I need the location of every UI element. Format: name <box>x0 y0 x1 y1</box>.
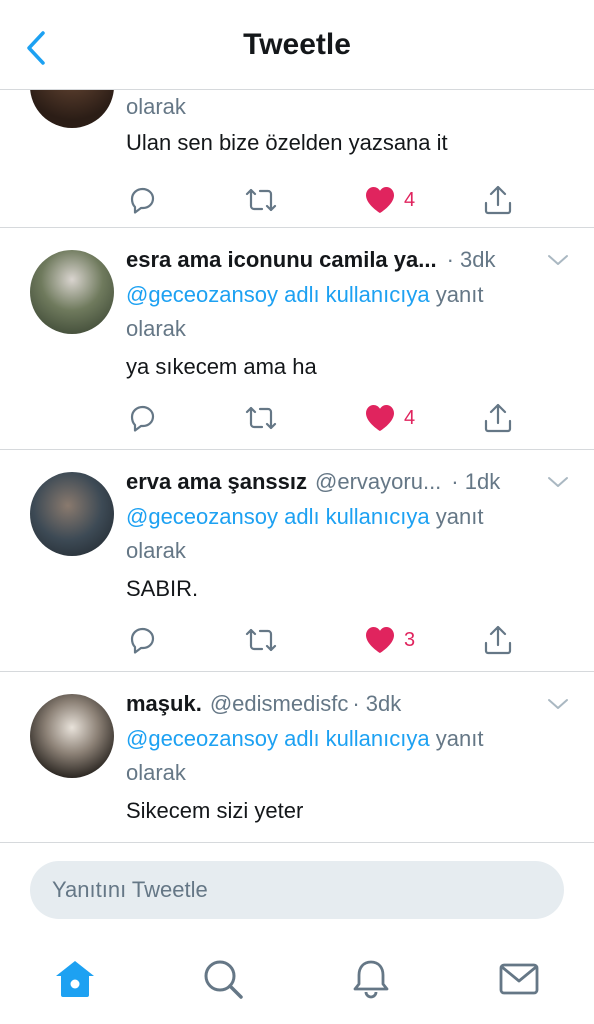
author-handle[interactable]: @edismedisfc <box>210 691 349 717</box>
tweet-text: ya sıkecem ama ha <box>126 354 317 379</box>
mention-link[interactable]: @geceozansoy adlı kullanıcıya <box>126 726 430 751</box>
reply-context-tail: olarak <box>126 94 186 119</box>
tweet-text: SABIR. <box>126 576 199 601</box>
author-name[interactable]: erva ama şanssız <box>126 469 307 495</box>
retweet-icon <box>245 628 277 652</box>
like-button[interactable]: 3 <box>364 620 415 660</box>
tweet-text: Ulan sen bize özelden yazsana it <box>126 130 448 155</box>
tweet-actions: 3 <box>126 620 554 660</box>
share-icon <box>484 403 512 433</box>
page-title: Tweetle <box>243 28 351 61</box>
reply-button[interactable] <box>126 620 158 660</box>
retweet-icon <box>245 188 277 212</box>
share-icon <box>484 185 512 215</box>
like-count: 3 <box>404 628 416 651</box>
reply-context-tail: olarak <box>126 316 186 341</box>
share-button[interactable] <box>482 180 514 220</box>
tweet-text: Sikecem sizi yeter <box>126 798 304 823</box>
reply-icon <box>130 405 155 432</box>
reply-context: @geceozansoy adlı kullanıcıya yanıt olar… <box>126 722 574 790</box>
retweet-button[interactable] <box>244 180 278 220</box>
chevron-down-icon[interactable] <box>546 692 570 716</box>
tab-home[interactable] <box>51 955 99 1003</box>
reply-context: @geceozansoy adlı kullanıcıya yanıt olar… <box>126 278 574 346</box>
reply-button[interactable] <box>126 398 158 438</box>
reply-icon <box>130 627 155 654</box>
share-button[interactable] <box>482 398 514 438</box>
tweet-actions: 4 <box>126 180 554 220</box>
reply-composer: Yanıtını Tweetle <box>0 842 594 937</box>
like-button[interactable]: 4 <box>364 180 415 220</box>
avatar[interactable] <box>30 90 114 128</box>
tweet-header: esra ama iconunu camila ya... · 3dk <box>126 240 574 280</box>
tab-bar <box>0 937 594 1024</box>
timestamp: · 3dk <box>446 247 496 272</box>
mention-link[interactable]: @geceozansoy adlı kullanıcıya <box>126 504 430 529</box>
tweet-actions: 4 <box>126 398 554 438</box>
reply-input[interactable]: Yanıtını Tweetle <box>30 861 564 919</box>
heart-icon <box>366 405 394 431</box>
like-button[interactable]: 4 <box>364 398 415 438</box>
notifications-icon <box>353 960 389 999</box>
mention-link[interactable]: @geceozansoy adlı kullanıcıya <box>126 282 430 307</box>
avatar[interactable] <box>30 250 114 334</box>
reply-context-tail: olarak <box>126 760 186 785</box>
tweet-header: erva ama şanssız @ervayoru... · 1dk <box>126 462 574 502</box>
tab-search[interactable] <box>199 955 247 1003</box>
share-icon <box>484 625 512 655</box>
tweet-header: maşuk. @edismedisfc · 3dk <box>126 684 574 724</box>
reply-context: @geceozansoy adlı kullanıcıya yanıt olar… <box>126 500 574 568</box>
avatar[interactable] <box>30 472 114 556</box>
avatar[interactable] <box>30 694 114 778</box>
timestamp: · 1dk <box>451 469 501 494</box>
tab-notifications[interactable] <box>347 955 395 1003</box>
replies-feed[interactable]: olarak Ulan sen bize özelden yazsana it … <box>0 90 594 842</box>
navigation-bar: Tweetle <box>0 0 594 90</box>
tweet[interactable]: olarak Ulan sen bize özelden yazsana it … <box>0 90 594 228</box>
search-icon <box>204 960 243 999</box>
reply-context-tail: olarak <box>126 538 186 563</box>
author-handle[interactable]: @ervayoru... <box>315 469 441 495</box>
tab-messages[interactable] <box>495 955 543 1003</box>
author-name[interactable]: esra ama iconunu camila ya... <box>126 247 437 273</box>
retweet-icon <box>245 406 277 430</box>
retweet-button[interactable] <box>244 398 278 438</box>
reply-button[interactable] <box>126 180 158 220</box>
reply-context-word: yanıt <box>435 282 484 307</box>
share-button[interactable] <box>482 620 514 660</box>
chevron-down-icon[interactable] <box>546 470 570 494</box>
reply-context: olarak <box>126 90 574 124</box>
reply-icon <box>130 187 155 214</box>
tweet[interactable]: esra ama iconunu camila ya... · 3dk @gec… <box>0 228 594 450</box>
messages-icon <box>499 963 539 995</box>
author-name[interactable]: maşuk. <box>126 691 202 717</box>
heart-icon <box>366 187 394 213</box>
reply-context-word: yanıt <box>435 504 484 529</box>
tweet[interactable]: maşuk. @edismedisfc · 3dk @geceozansoy a… <box>0 672 594 842</box>
heart-icon <box>366 627 394 653</box>
retweet-button[interactable] <box>244 620 278 660</box>
timestamp: · 3dk <box>352 691 402 716</box>
like-count: 4 <box>404 188 416 211</box>
tweet[interactable]: erva ama şanssız @ervayoru... · 1dk @gec… <box>0 450 594 672</box>
reply-context-word: yanıt <box>435 726 484 751</box>
home-icon <box>56 961 94 997</box>
like-count: 4 <box>404 406 416 429</box>
chevron-down-icon[interactable] <box>546 248 570 272</box>
